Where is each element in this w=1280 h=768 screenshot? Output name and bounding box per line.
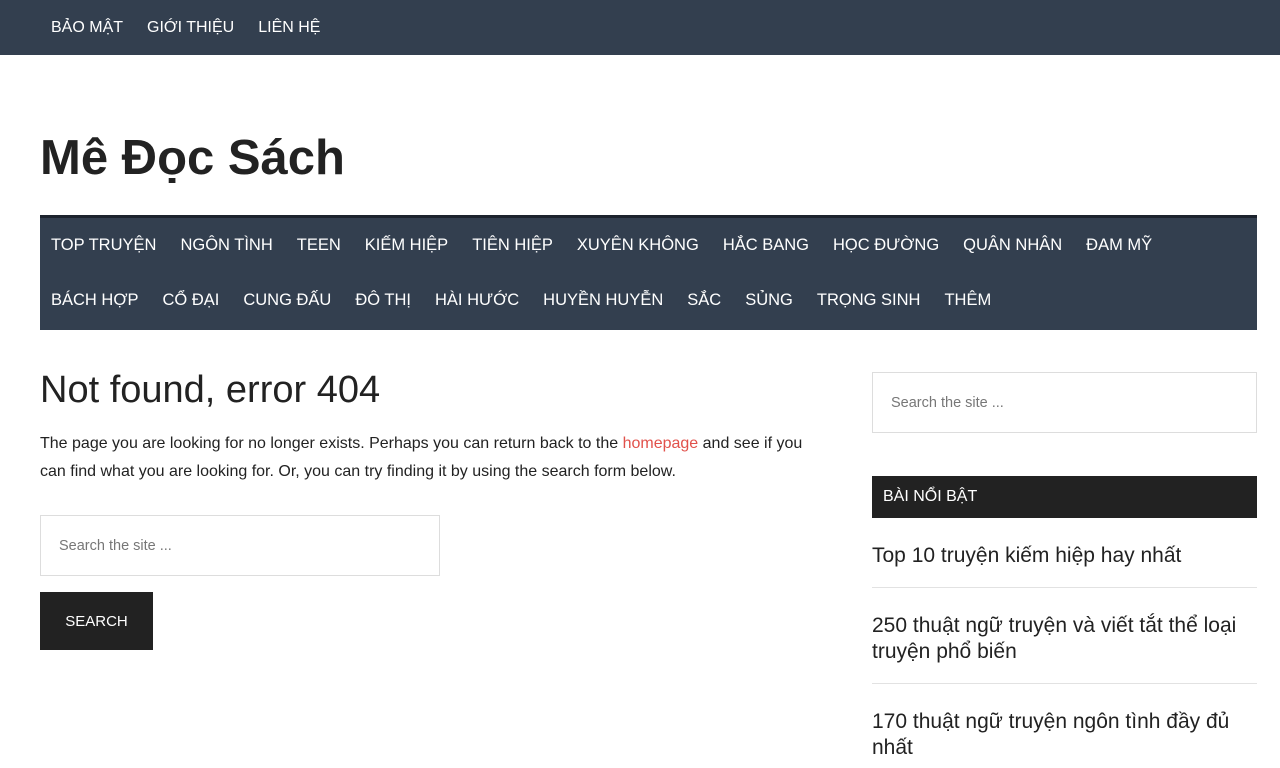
nav-item-do-thi[interactable]: ĐÔ THỊ [344,291,424,310]
page-title: Not found, error 404 [40,369,381,411]
sidebar: BÀI NỔI BẬT Top 10 truyện kiếm hiệp hay … [872,372,1257,768]
nav-item-hac-bang[interactable]: HẮC BANG [712,236,822,255]
topnav-item-lien-he[interactable]: LIÊN HỆ [247,0,333,55]
featured-post-link[interactable]: 250 thuật ngữ truyện và viết tắt thể loạ… [872,613,1257,665]
message-text-before: The page you are looking for no longer e… [40,435,623,452]
topnav-item-gioi-thieu[interactable]: GIỚI THIỆU [136,0,247,55]
sidebar-search-form [872,372,1257,433]
nav-item-kiem-hiep[interactable]: KIẾM HIỆP [354,236,461,255]
featured-post-link[interactable]: 170 thuật ngữ truyện ngôn tình đầy đủ nh… [872,709,1257,761]
nav-item-bach-hop[interactable]: BÁCH HỢP [40,291,152,310]
primary-nav-row-1: TOP TRUYỆN NGÔN TÌNH TEEN KIẾM HIỆP TIÊN… [40,218,1257,273]
main-search-input[interactable] [40,515,440,576]
nav-item-xuyen-khong[interactable]: XUYÊN KHÔNG [566,236,712,255]
topnav-item-bao-mat[interactable]: BẢO MẬT [40,0,136,55]
search-button[interactable]: SEARCH [40,592,153,650]
nav-item-ngon-tinh[interactable]: NGÔN TÌNH [169,236,285,255]
not-found-message: The page you are looking for no longer e… [40,430,830,486]
nav-item-tien-hiep[interactable]: TIÊN HIỆP [461,236,566,255]
primary-nav: TOP TRUYỆN NGÔN TÌNH TEEN KIẾM HIỆP TIÊN… [40,215,1257,330]
list-item: 250 thuật ngữ truyện và viết tắt thể loạ… [872,588,1257,684]
nav-item-teen[interactable]: TEEN [286,236,354,255]
nav-item-sung[interactable]: SỦNG [734,291,806,310]
top-bar: BẢO MẬT GIỚI THIỆU LIÊN HỆ [0,0,1280,55]
list-item: Top 10 truyện kiếm hiệp hay nhất [872,518,1257,588]
featured-posts-list: Top 10 truyện kiếm hiệp hay nhất 250 thu… [872,518,1257,768]
nav-item-quan-nhan[interactable]: QUÂN NHÂN [952,236,1075,255]
sidebar-search-input[interactable] [872,372,1257,433]
featured-widget-title: BÀI NỔI BẬT [872,476,1257,518]
homepage-link[interactable]: homepage [623,435,699,452]
featured-post-link[interactable]: Top 10 truyện kiếm hiệp hay nhất [872,543,1257,569]
nav-item-trong-sinh[interactable]: TRỌNG SINH [806,291,934,310]
site-title[interactable]: Mê Đọc Sách [40,128,345,188]
list-item: 170 thuật ngữ truyện ngôn tình đầy đủ nh… [872,684,1257,768]
nav-item-dam-my[interactable]: ĐAM MỸ [1075,236,1165,255]
main-search-form: SEARCH [40,515,830,650]
primary-nav-row-2: BÁCH HỢP CỔ ĐẠI CUNG ĐẤU ĐÔ THỊ HÀI HƯỚC… [40,273,1257,328]
nav-item-hai-huoc[interactable]: HÀI HƯỚC [424,291,532,310]
nav-item-co-dai[interactable]: CỔ ĐẠI [152,291,233,310]
nav-item-cung-dau[interactable]: CUNG ĐẤU [232,291,344,310]
nav-item-hoc-duong[interactable]: HỌC ĐƯỜNG [822,236,952,255]
nav-item-sac[interactable]: SẮC [676,291,734,310]
nav-item-huyen-huyen[interactable]: HUYỀN HUYỄN [532,291,676,310]
nav-item-them[interactable]: THÊM [933,291,1004,310]
main-content: Not found, error 404 The page you are lo… [40,364,830,650]
secondary-nav: BẢO MẬT GIỚI THIỆU LIÊN HỆ [40,0,333,55]
nav-item-top-truyen[interactable]: TOP TRUYỆN [40,236,169,255]
